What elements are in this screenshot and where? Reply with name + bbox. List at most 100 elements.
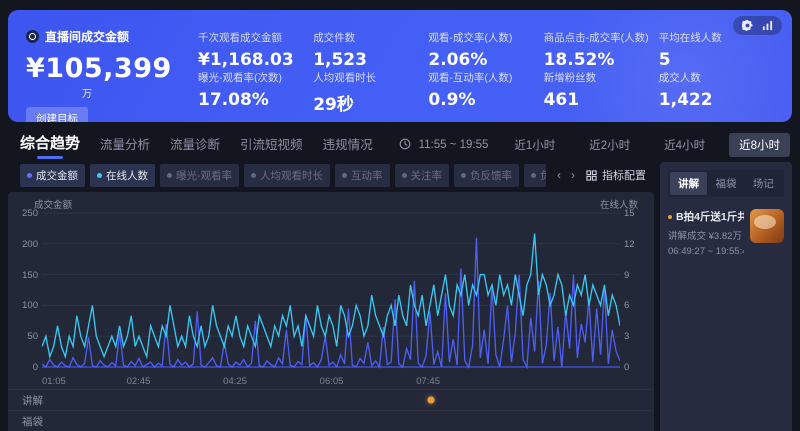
range-button[interactable]: 近8小时 — [729, 133, 790, 157]
sidebar-tab-福袋[interactable]: 福袋 — [707, 172, 744, 195]
sidebar-tab-讲解[interactable]: 讲解 — [670, 172, 707, 195]
sidebar-tabs: 讲解福袋场记 — [668, 170, 784, 197]
left-axis-tick: 100 — [12, 300, 38, 311]
metric-value: 29秒 — [313, 90, 428, 115]
tab-流量分析[interactable]: 流量分析 — [100, 134, 150, 159]
range-button[interactable]: 近4小时 — [654, 133, 715, 157]
range-buttons: 近1小时近2小时近4小时近8小时 — [504, 133, 790, 157]
metric-label: 人均观看时长 — [313, 70, 428, 85]
range-button[interactable]: 近2小时 — [579, 133, 640, 157]
event-marker[interactable] — [428, 397, 435, 404]
event-tracks: 讲解福袋 — [8, 389, 654, 431]
trend-chart-panel: 成交金额 在线人数 25015200121509100650300 01:050… — [8, 192, 654, 431]
target-icon — [26, 30, 39, 43]
right-axis-tick: 15 — [624, 208, 650, 219]
right-axis-tick: 6 — [624, 300, 650, 311]
gear-icon[interactable] — [742, 20, 753, 31]
left-axis-tick: 200 — [12, 239, 38, 250]
track-label: 福袋 — [8, 414, 68, 429]
sidebar-item-subtitle: 讲解成交 ¥3.82万 — [668, 228, 744, 242]
primary-metric-label: 直播间成交金额 — [45, 28, 129, 45]
track-福袋: 福袋 — [8, 410, 654, 431]
time-range-controls: 11:55 ~ 19:55 近1小时近2小时近4小时近8小时 — [399, 133, 792, 157]
metric-chip[interactable]: 人均观看时长 — [244, 164, 330, 187]
metric-chip[interactable]: 曝光-观看率 — [160, 164, 239, 187]
section-tabs: 综合趋势流量分析流量诊断引流短视频违规情况 — [8, 132, 373, 159]
signal-icon[interactable] — [762, 20, 773, 31]
metric-label: 观看-成交率(人数) — [428, 30, 543, 45]
metric-label: 观看-互动率(人数) — [428, 70, 543, 85]
metric: 商品点击-成交率(人数) 18.52% — [544, 30, 659, 70]
metric-label: 成交人数 — [659, 70, 774, 85]
metric-chips: 成交金额在线人数曝光-观看率人均观看时长互动率关注率负反馈率负反馈次数千次观看成… — [20, 164, 546, 187]
metric-chips-row: 成交金额在线人数曝光-观看率人均观看时长互动率关注率负反馈率负反馈次数千次观看成… — [8, 162, 654, 188]
chip-label: 负反馈次数 — [540, 168, 546, 183]
sidebar-item-title: B拍4斤送1斤共35-4... — [668, 209, 744, 224]
sidebar-item[interactable]: B拍4斤送1斤共35-4... 讲解成交 ¥3.82万 06:49:27 ~ 19:… — [668, 209, 784, 257]
left-axis-tick: 150 — [12, 270, 38, 281]
sidebar-tab-场记[interactable]: 场记 — [745, 172, 782, 195]
right-axis-tick: 9 — [624, 270, 650, 281]
left-axis-tick: 250 — [12, 208, 38, 219]
tab-违规情况[interactable]: 违规情况 — [323, 134, 373, 159]
metrics-grid: 千次观看成交金额¥1,168.03成交件数1,523观看-成交率(人数)2.06… — [184, 22, 774, 110]
left-axis-tick: 50 — [12, 331, 38, 342]
metric: 观看-成交率(人数)2.06% — [428, 30, 543, 70]
sidebar-item-time: 06:49:27 ~ 19:55:48 — [668, 246, 744, 257]
metric-chip[interactable]: 负反馈次数 — [524, 164, 546, 187]
product-thumbnail — [750, 209, 784, 243]
bullet-dot-icon — [668, 215, 672, 219]
metric-chip[interactable]: 负反馈率 — [454, 164, 519, 187]
chip-label: 互动率 — [351, 168, 383, 183]
chip-label: 人均观看时长 — [260, 168, 323, 183]
chevron-right-icon[interactable]: › — [571, 168, 575, 182]
primary-metric-block: 直播间成交金额 ¥105,399 万 创建目标 — [26, 22, 184, 110]
track-label: 讲解 — [8, 393, 68, 408]
metric-config-button[interactable]: 指标配置 — [586, 167, 646, 183]
create-goal-button[interactable]: 创建目标 — [26, 107, 88, 122]
metric: 新增粉丝数 461 — [544, 70, 659, 115]
tab-流量诊断[interactable]: 流量诊断 — [170, 134, 220, 159]
sidebar-item-list: B拍4斤送1斤共35-4... 讲解成交 ¥3.82万 06:49:27 ~ 19:… — [668, 209, 784, 257]
metric-value: 0.9% — [428, 90, 543, 110]
metric-chip[interactable]: 在线人数 — [90, 164, 155, 187]
track-讲解: 讲解 — [8, 389, 654, 410]
tab-引流短视频[interactable]: 引流短视频 — [240, 134, 303, 159]
header-metrics-card: 直播间成交金额 ¥105,399 万 创建目标 千次观看成交金额¥1,168.0… — [8, 10, 792, 122]
x-axis-labels: 01:0502:4504:2506:0507:45 — [42, 375, 620, 385]
metric: 成交人数 1,422 — [659, 70, 774, 115]
metric-value: 18.52% — [544, 50, 659, 70]
chip-dot-icon — [167, 173, 172, 178]
chip-label: 在线人数 — [106, 168, 148, 183]
primary-metric-unit: 万 — [26, 85, 184, 100]
grid-icon — [586, 170, 597, 181]
chevron-left-icon[interactable]: ‹ — [557, 168, 561, 182]
left-axis-tick: 0 — [12, 362, 38, 373]
chip-dot-icon — [251, 173, 256, 178]
metric-chip[interactable]: 成交金额 — [20, 164, 85, 187]
metric-config-label: 指标配置 — [602, 167, 646, 183]
track-lane — [68, 390, 654, 410]
track-lane — [68, 411, 654, 431]
metric-value: 1,523 — [313, 50, 428, 70]
right-axis-tick: 0 — [624, 362, 650, 373]
time-range-text: 11:55 ~ 19:55 — [419, 139, 489, 151]
metric-label: 商品点击-成交率(人数) — [544, 30, 659, 45]
metric-chip[interactable]: 互动率 — [335, 164, 390, 187]
metric-chip[interactable]: 关注率 — [395, 164, 450, 187]
metric-value: 461 — [544, 90, 659, 110]
tab-综合趋势[interactable]: 综合趋势 — [20, 132, 80, 159]
chip-pager: ‹ › — [557, 168, 575, 182]
events-sidebar: 讲解福袋场记 B拍4斤送1斤共35-4... 讲解成交 ¥3.82万 06:49:2… — [660, 162, 792, 431]
trend-chart[interactable]: 25015200121509100650300 — [42, 205, 620, 375]
metric-label: 新增粉丝数 — [544, 70, 659, 85]
metric-label: 曝光-观看率(次数) — [198, 70, 313, 85]
metric-value: 1,422 — [659, 90, 774, 110]
chip-dot-icon — [402, 173, 407, 178]
chip-dot-icon — [531, 173, 536, 178]
right-axis-tick: 3 — [624, 331, 650, 342]
live-dashboard-page: 直播间成交金额 ¥105,399 万 创建目标 千次观看成交金额¥1,168.0… — [0, 0, 800, 431]
chip-label: 关注率 — [411, 168, 443, 183]
range-button[interactable]: 近1小时 — [504, 133, 565, 157]
metric: 曝光-观看率(次数)17.08% — [198, 70, 313, 115]
